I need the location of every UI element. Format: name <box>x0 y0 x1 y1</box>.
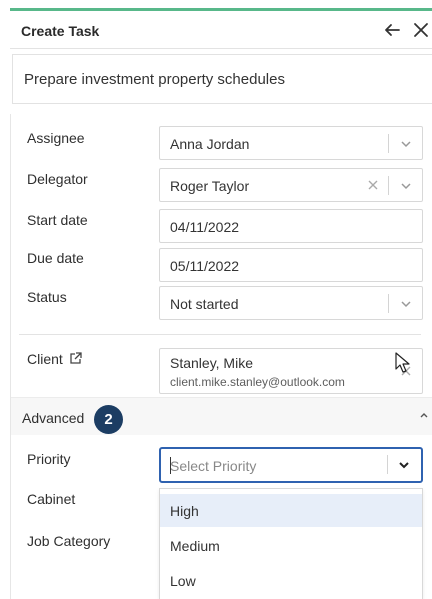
chevron-down-icon[interactable] <box>399 137 413 151</box>
mouse-pointer-icon <box>395 352 410 373</box>
status-value: Not started <box>170 296 239 312</box>
chevron-down-icon[interactable] <box>399 297 413 311</box>
start-date-label: Start date <box>27 212 88 228</box>
clear-icon[interactable] <box>367 179 379 191</box>
advanced-label: Advanced <box>22 410 85 426</box>
delegator-label: Delegator <box>27 171 88 187</box>
delegator-value: Roger Taylor <box>170 178 250 194</box>
priority-separator <box>387 455 388 474</box>
due-date-field[interactable]: 05/11/2022 <box>159 248 423 282</box>
client-name: Stanley, Mike <box>170 355 253 371</box>
cabinet-label: Cabinet <box>27 491 76 507</box>
external-link-icon[interactable] <box>69 352 82 365</box>
client-label: Client <box>27 351 63 367</box>
chevron-down-icon[interactable] <box>399 179 413 193</box>
priority-option-medium[interactable]: Medium <box>160 529 422 562</box>
delegator-separator <box>388 176 389 195</box>
section-divider <box>19 334 421 335</box>
close-icon[interactable] <box>411 20 431 40</box>
create-task-panel: Create Task Prepare investment property … <box>0 0 432 599</box>
step-badge: 2 <box>94 405 123 434</box>
task-name: Prepare investment property schedules <box>24 71 285 88</box>
status-label: Status <box>27 289 67 305</box>
panel-header: Create Task <box>10 11 432 49</box>
assignee-select[interactable]: Anna Jordan <box>159 126 423 160</box>
priority-option-high[interactable]: High <box>160 494 422 527</box>
chevron-down-icon[interactable] <box>397 458 411 472</box>
priority-label: Priority <box>27 451 71 467</box>
back-arrow-icon[interactable] <box>382 20 402 40</box>
client-email: client.mike.stanley@outlook.com <box>170 375 345 389</box>
assignee-separator <box>388 134 389 153</box>
text-caret <box>170 457 171 474</box>
due-date-label: Due date <box>27 250 84 266</box>
start-date-value: 04/11/2022 <box>170 219 240 235</box>
job-category-label: Job Category <box>27 533 111 549</box>
priority-dropdown-menu: High Medium Low <box>159 488 423 599</box>
priority-placeholder: Select Priority <box>170 458 257 474</box>
delegator-select[interactable]: Roger Taylor <box>159 168 423 202</box>
priority-option-low[interactable]: Low <box>160 564 422 597</box>
status-separator <box>388 294 389 313</box>
panel-title: Create Task <box>21 23 100 39</box>
client-select[interactable]: Stanley, Mike client.mike.stanley@outloo… <box>159 348 423 394</box>
start-date-field[interactable]: 04/11/2022 <box>159 209 423 243</box>
chevron-up-icon[interactable] <box>418 410 430 422</box>
assignee-label: Assignee <box>27 130 85 146</box>
priority-select[interactable]: Select Priority <box>159 447 423 483</box>
due-date-value: 05/11/2022 <box>170 258 240 274</box>
assignee-value: Anna Jordan <box>170 136 250 152</box>
advanced-section-toggle[interactable]: Advanced 2 <box>11 397 432 435</box>
status-select[interactable]: Not started <box>159 286 423 320</box>
task-form: Assignee Anna Jordan Delegator Roger Tay… <box>10 114 432 599</box>
task-name-field[interactable]: Prepare investment property schedules <box>12 54 432 104</box>
